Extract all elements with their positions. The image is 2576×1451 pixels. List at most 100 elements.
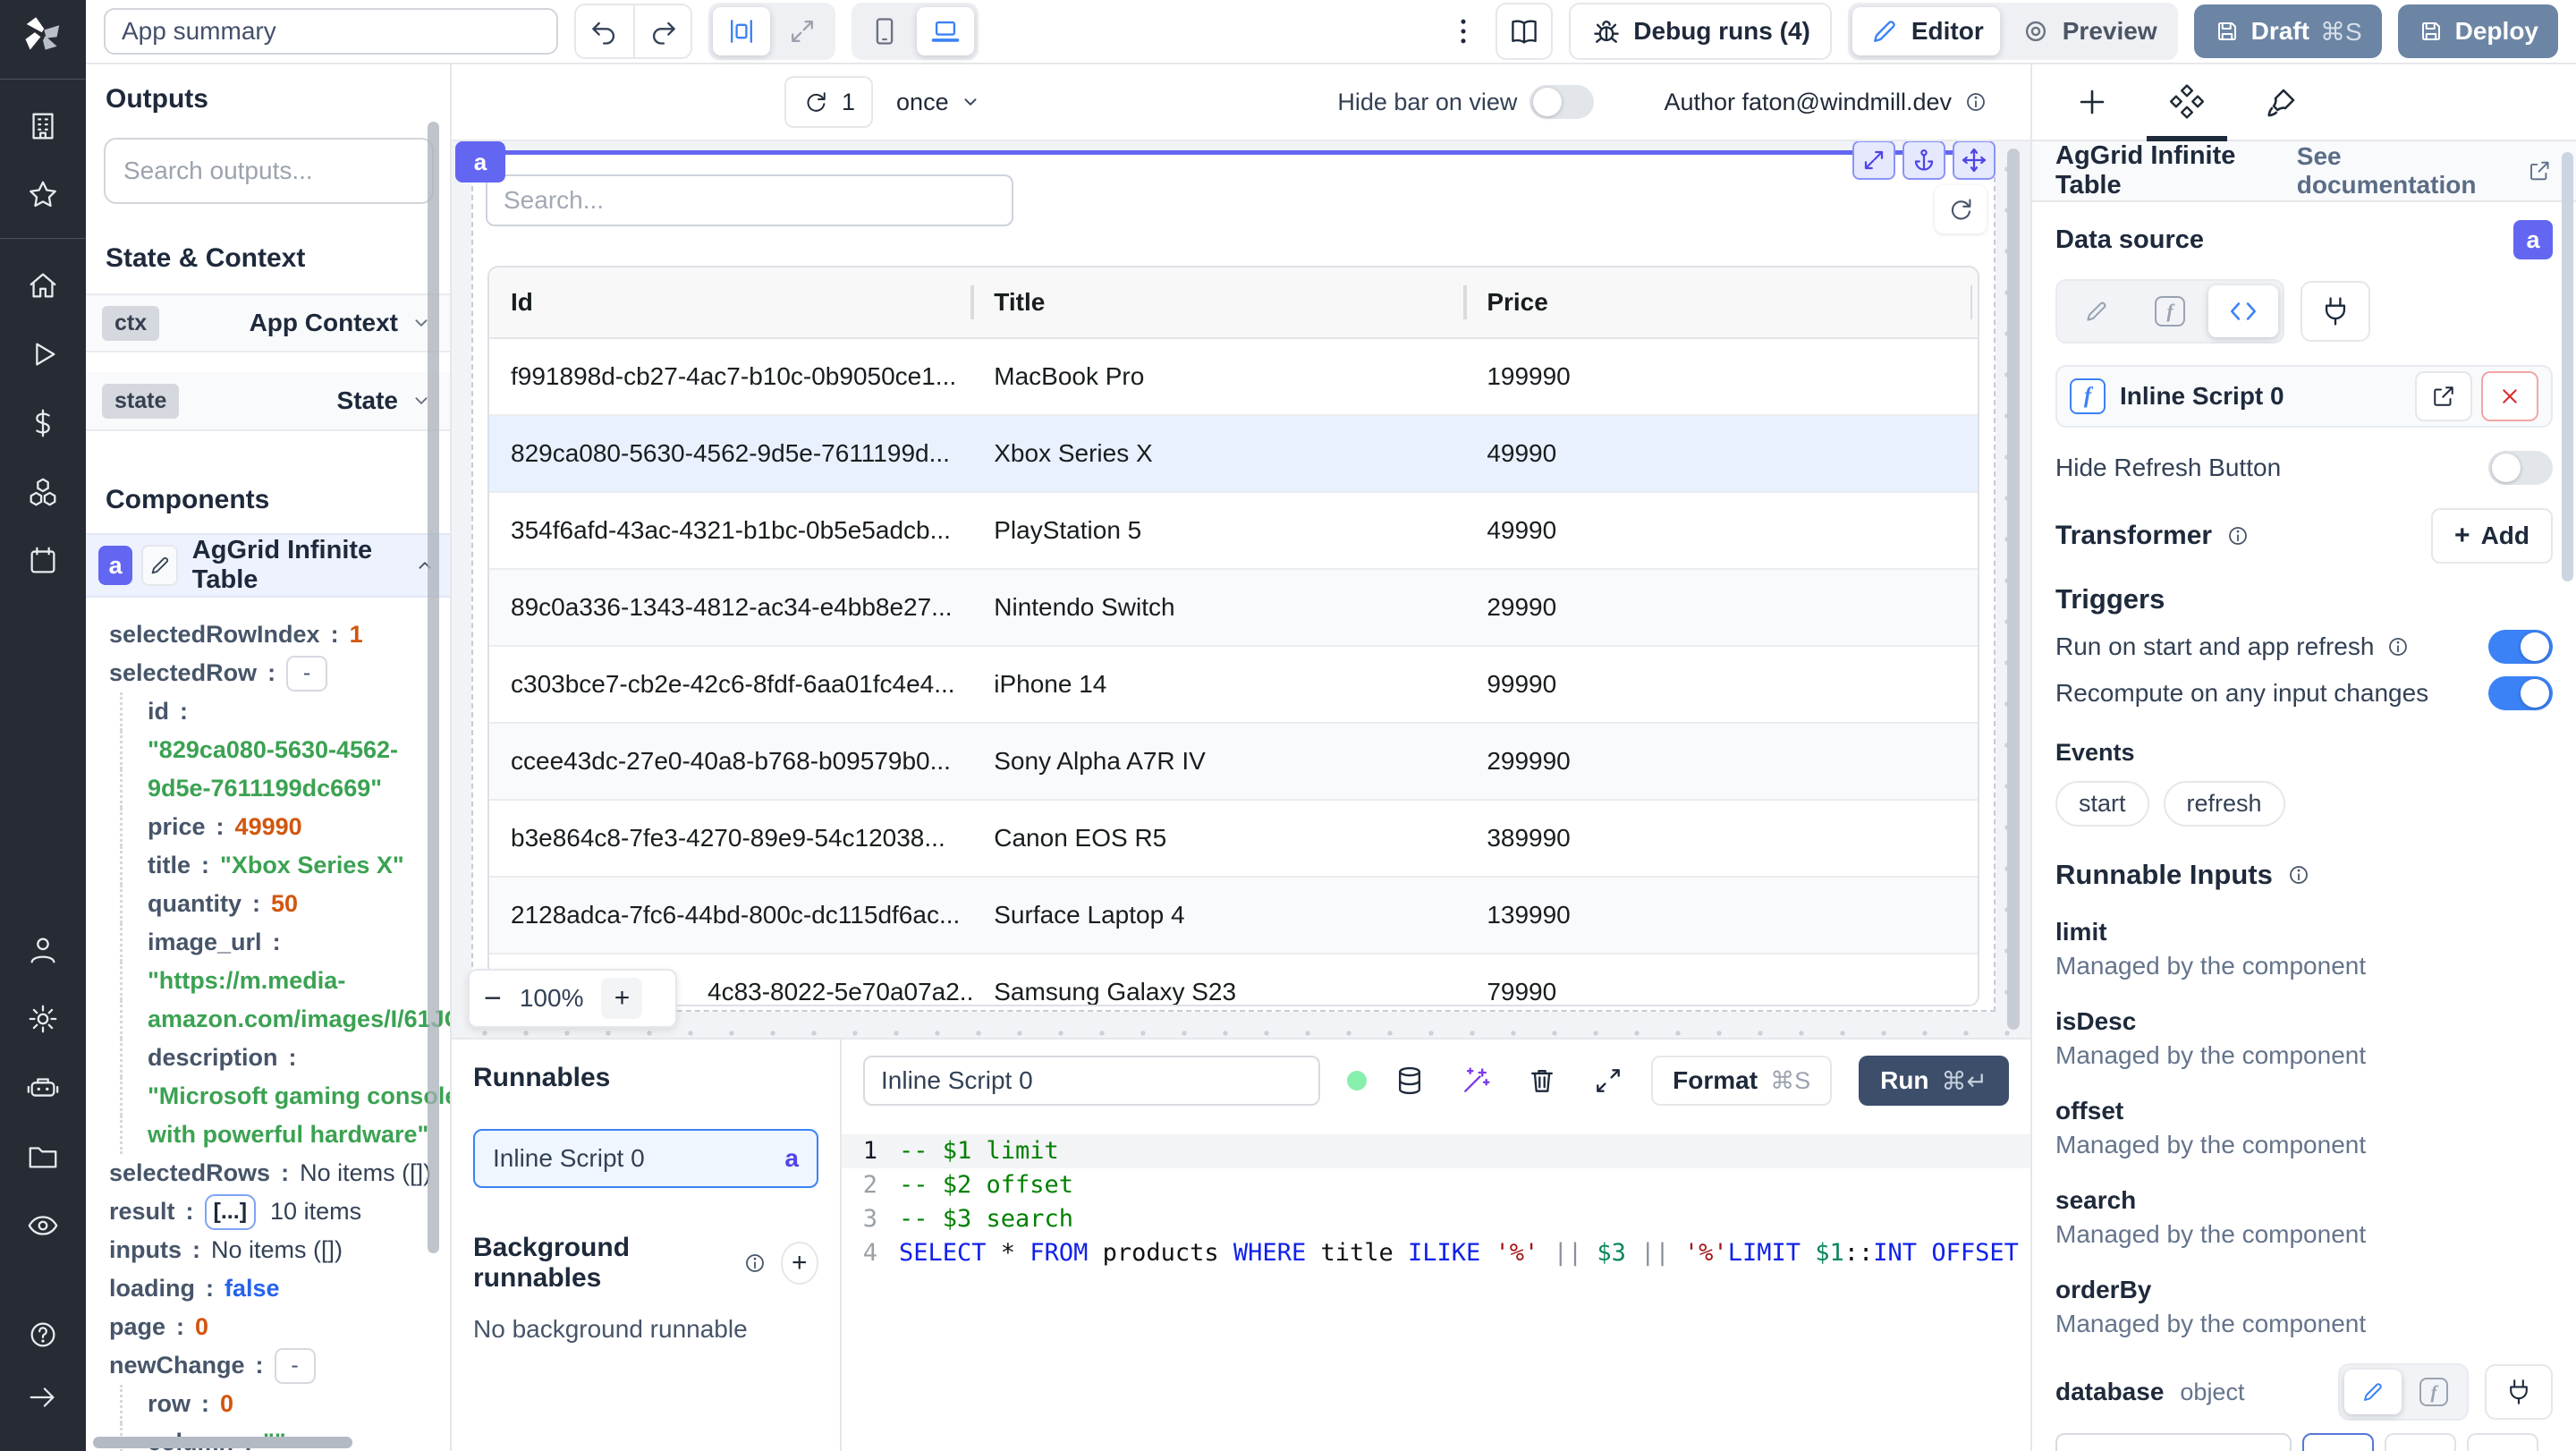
table-row[interactable]: b3e864c8-7fe3-4270-89e9-54c12038... Canon… [489, 801, 1978, 878]
connect-input-button[interactable] [2485, 1364, 2553, 1420]
run-on-start-toggle[interactable] [2488, 630, 2553, 664]
expand-component-button[interactable] [1852, 141, 1895, 180]
folder-icon[interactable] [23, 1137, 63, 1176]
state-row[interactable]: state State [86, 372, 450, 431]
resource-option-button[interactable] [2467, 1433, 2538, 1451]
eye-icon[interactable] [23, 1206, 63, 1245]
database-settings-button[interactable] [1394, 1065, 1426, 1097]
table-row[interactable]: 89c0a336-1343-4812-ac34-e4bb8e27... Ninte… [489, 570, 1978, 647]
column-header-title[interactable]: Title [972, 267, 1466, 337]
resource-option-button[interactable] [2385, 1433, 2456, 1451]
static-input-button[interactable] [2062, 285, 2131, 337]
home-icon[interactable] [23, 266, 63, 305]
docs-button[interactable] [1496, 3, 1554, 60]
play-icon[interactable] [23, 335, 63, 374]
info-icon[interactable] [2385, 633, 2411, 660]
gear-icon[interactable] [23, 999, 63, 1039]
outputs-horizontal-scrollbar[interactable] [93, 1437, 352, 1448]
template-input-button[interactable]: f [2405, 1370, 2462, 1414]
eval-input-button[interactable] [2208, 285, 2278, 337]
tab-editor[interactable]: Editor [1852, 7, 2000, 55]
format-button[interactable]: Format ⌘S [1651, 1056, 1833, 1106]
detach-script-button[interactable] [2481, 371, 2538, 421]
arrow-right-icon[interactable] [23, 1378, 63, 1417]
table-row[interactable]: 4c83-8022-5e70a07a2... Samsung Galaxy S23… [489, 955, 1978, 1005]
zoom-out-button[interactable]: − [484, 983, 502, 1014]
app-summary-input[interactable] [104, 8, 558, 55]
more-menu-button[interactable] [1447, 15, 1479, 47]
info-icon[interactable] [1962, 89, 1989, 115]
right-panel-scrollbar[interactable] [2562, 152, 2573, 581]
hide-bar-toggle[interactable] [1530, 85, 1595, 119]
table-row[interactable]: 2128adca-7fc6-44bd-800c-dc115df6ac... Sur… [489, 878, 1978, 955]
tree-collapse-chip[interactable]: - [274, 1347, 316, 1384]
static-input-button[interactable] [2344, 1370, 2402, 1414]
schedule-dropdown[interactable]: once [896, 89, 983, 116]
move-component-button[interactable] [1953, 141, 1996, 180]
draft-button[interactable]: Draft ⌘S [2193, 4, 2382, 58]
runnable-item-inline-script-0[interactable]: Inline Script 0 a [473, 1129, 818, 1188]
hide-refresh-toggle[interactable] [2488, 451, 2553, 485]
recompute-toggle[interactable] [2488, 676, 2553, 710]
robot-icon[interactable] [23, 1068, 63, 1107]
aggrid-component[interactable]: a IdTitlePrice f991898d-cb27-4ac7-b10c-0… [455, 141, 1996, 1028]
cubes-icon[interactable] [23, 472, 63, 512]
info-icon[interactable] [2285, 861, 2312, 888]
search-outputs-input[interactable] [104, 138, 434, 204]
table-row[interactable]: c303bce7-cb2e-42c6-8fdf-6aa01fc4e4... iPh… [489, 647, 1978, 724]
resource-input[interactable] [2055, 1433, 2292, 1451]
help-icon[interactable] [23, 1315, 63, 1354]
star-icon[interactable] [23, 175, 63, 215]
tree-collapse-chip[interactable]: [...] [204, 1193, 257, 1230]
undo-button[interactable] [576, 5, 633, 57]
anchor-component-button[interactable] [1902, 141, 1945, 180]
column-header-price[interactable]: Price [1465, 267, 1978, 337]
run-button[interactable]: Run ⌘↵ [1859, 1056, 2009, 1106]
table-refresh-button[interactable] [1935, 185, 1987, 233]
centered-layout-button[interactable] [713, 7, 770, 55]
canvas-scrollbar[interactable] [2007, 148, 2020, 1030]
calendar-icon[interactable] [23, 541, 63, 581]
info-icon[interactable] [741, 1250, 768, 1277]
outputs-vertical-scrollbar[interactable] [428, 122, 439, 1253]
table-row[interactable]: f991898d-cb27-4ac7-b10c-0b9050ce1... MacB… [489, 339, 1978, 416]
delete-script-button[interactable] [1526, 1065, 1558, 1097]
deploy-button[interactable]: Deploy [2397, 4, 2558, 58]
tab-insert-component[interactable] [2045, 64, 2140, 140]
desktop-view-button[interactable] [917, 7, 974, 55]
mobile-view-button[interactable] [856, 7, 913, 55]
script-name-input[interactable] [863, 1056, 1321, 1106]
component-tag-badge[interactable]: a [455, 141, 505, 182]
building-icon[interactable] [23, 106, 63, 146]
event-chip-start[interactable]: start [2055, 781, 2149, 827]
ctx-row[interactable]: ctx App Context [86, 293, 450, 352]
resource-option-button[interactable] [2302, 1433, 2374, 1451]
user-icon[interactable] [23, 930, 63, 970]
event-chip-refresh[interactable]: refresh [2163, 781, 2285, 827]
see-documentation-link[interactable]: See documentation [2297, 142, 2553, 199]
table-row[interactable]: 354f6afd-43ac-4321-b1bc-0b5e5adcb... Play… [489, 493, 1978, 570]
open-script-button[interactable] [2415, 371, 2472, 421]
dollar-icon[interactable] [23, 403, 63, 443]
attached-script-row[interactable]: f Inline Script 0 [2055, 365, 2553, 428]
app-canvas[interactable]: a IdTitlePrice f991898d-cb27-4ac7-b10c-0… [452, 141, 2030, 1038]
add-transformer-button[interactable]: + Add [2431, 508, 2553, 564]
info-icon[interactable] [2224, 522, 2251, 549]
tab-component-settings[interactable] [2140, 64, 2234, 141]
rename-component-button[interactable] [141, 545, 178, 586]
refresh-count-button[interactable]: 1 [784, 76, 874, 128]
fullwidth-layout-button[interactable] [774, 7, 831, 55]
table-row[interactable]: ccee43dc-27e0-40a8-b768-b09579b0... Sony … [489, 724, 1978, 801]
windmill-logo-icon[interactable] [20, 13, 66, 59]
zoom-in-button[interactable]: + [601, 978, 643, 1019]
table-row[interactable]: 829ca080-5630-4562-9d5e-7611199d... Xbox … [489, 416, 1978, 493]
add-background-runnable-button[interactable]: + [780, 1242, 818, 1285]
component-output-row[interactable]: a AgGrid Infinite Table [86, 533, 450, 598]
expand-editor-button[interactable] [1592, 1065, 1624, 1097]
connect-input-button[interactable] [2301, 281, 2370, 342]
template-input-button[interactable]: f [2135, 285, 2205, 337]
tab-preview[interactable]: Preview [2004, 7, 2174, 55]
debug-runs-button[interactable]: Debug runs (4) [1569, 3, 1832, 60]
code-editor[interactable]: 1 -- $1 limit 2 -- $2 offset 3 -- $3 search 4 S… [842, 1122, 2030, 1451]
column-header-id[interactable]: Id [489, 267, 973, 337]
